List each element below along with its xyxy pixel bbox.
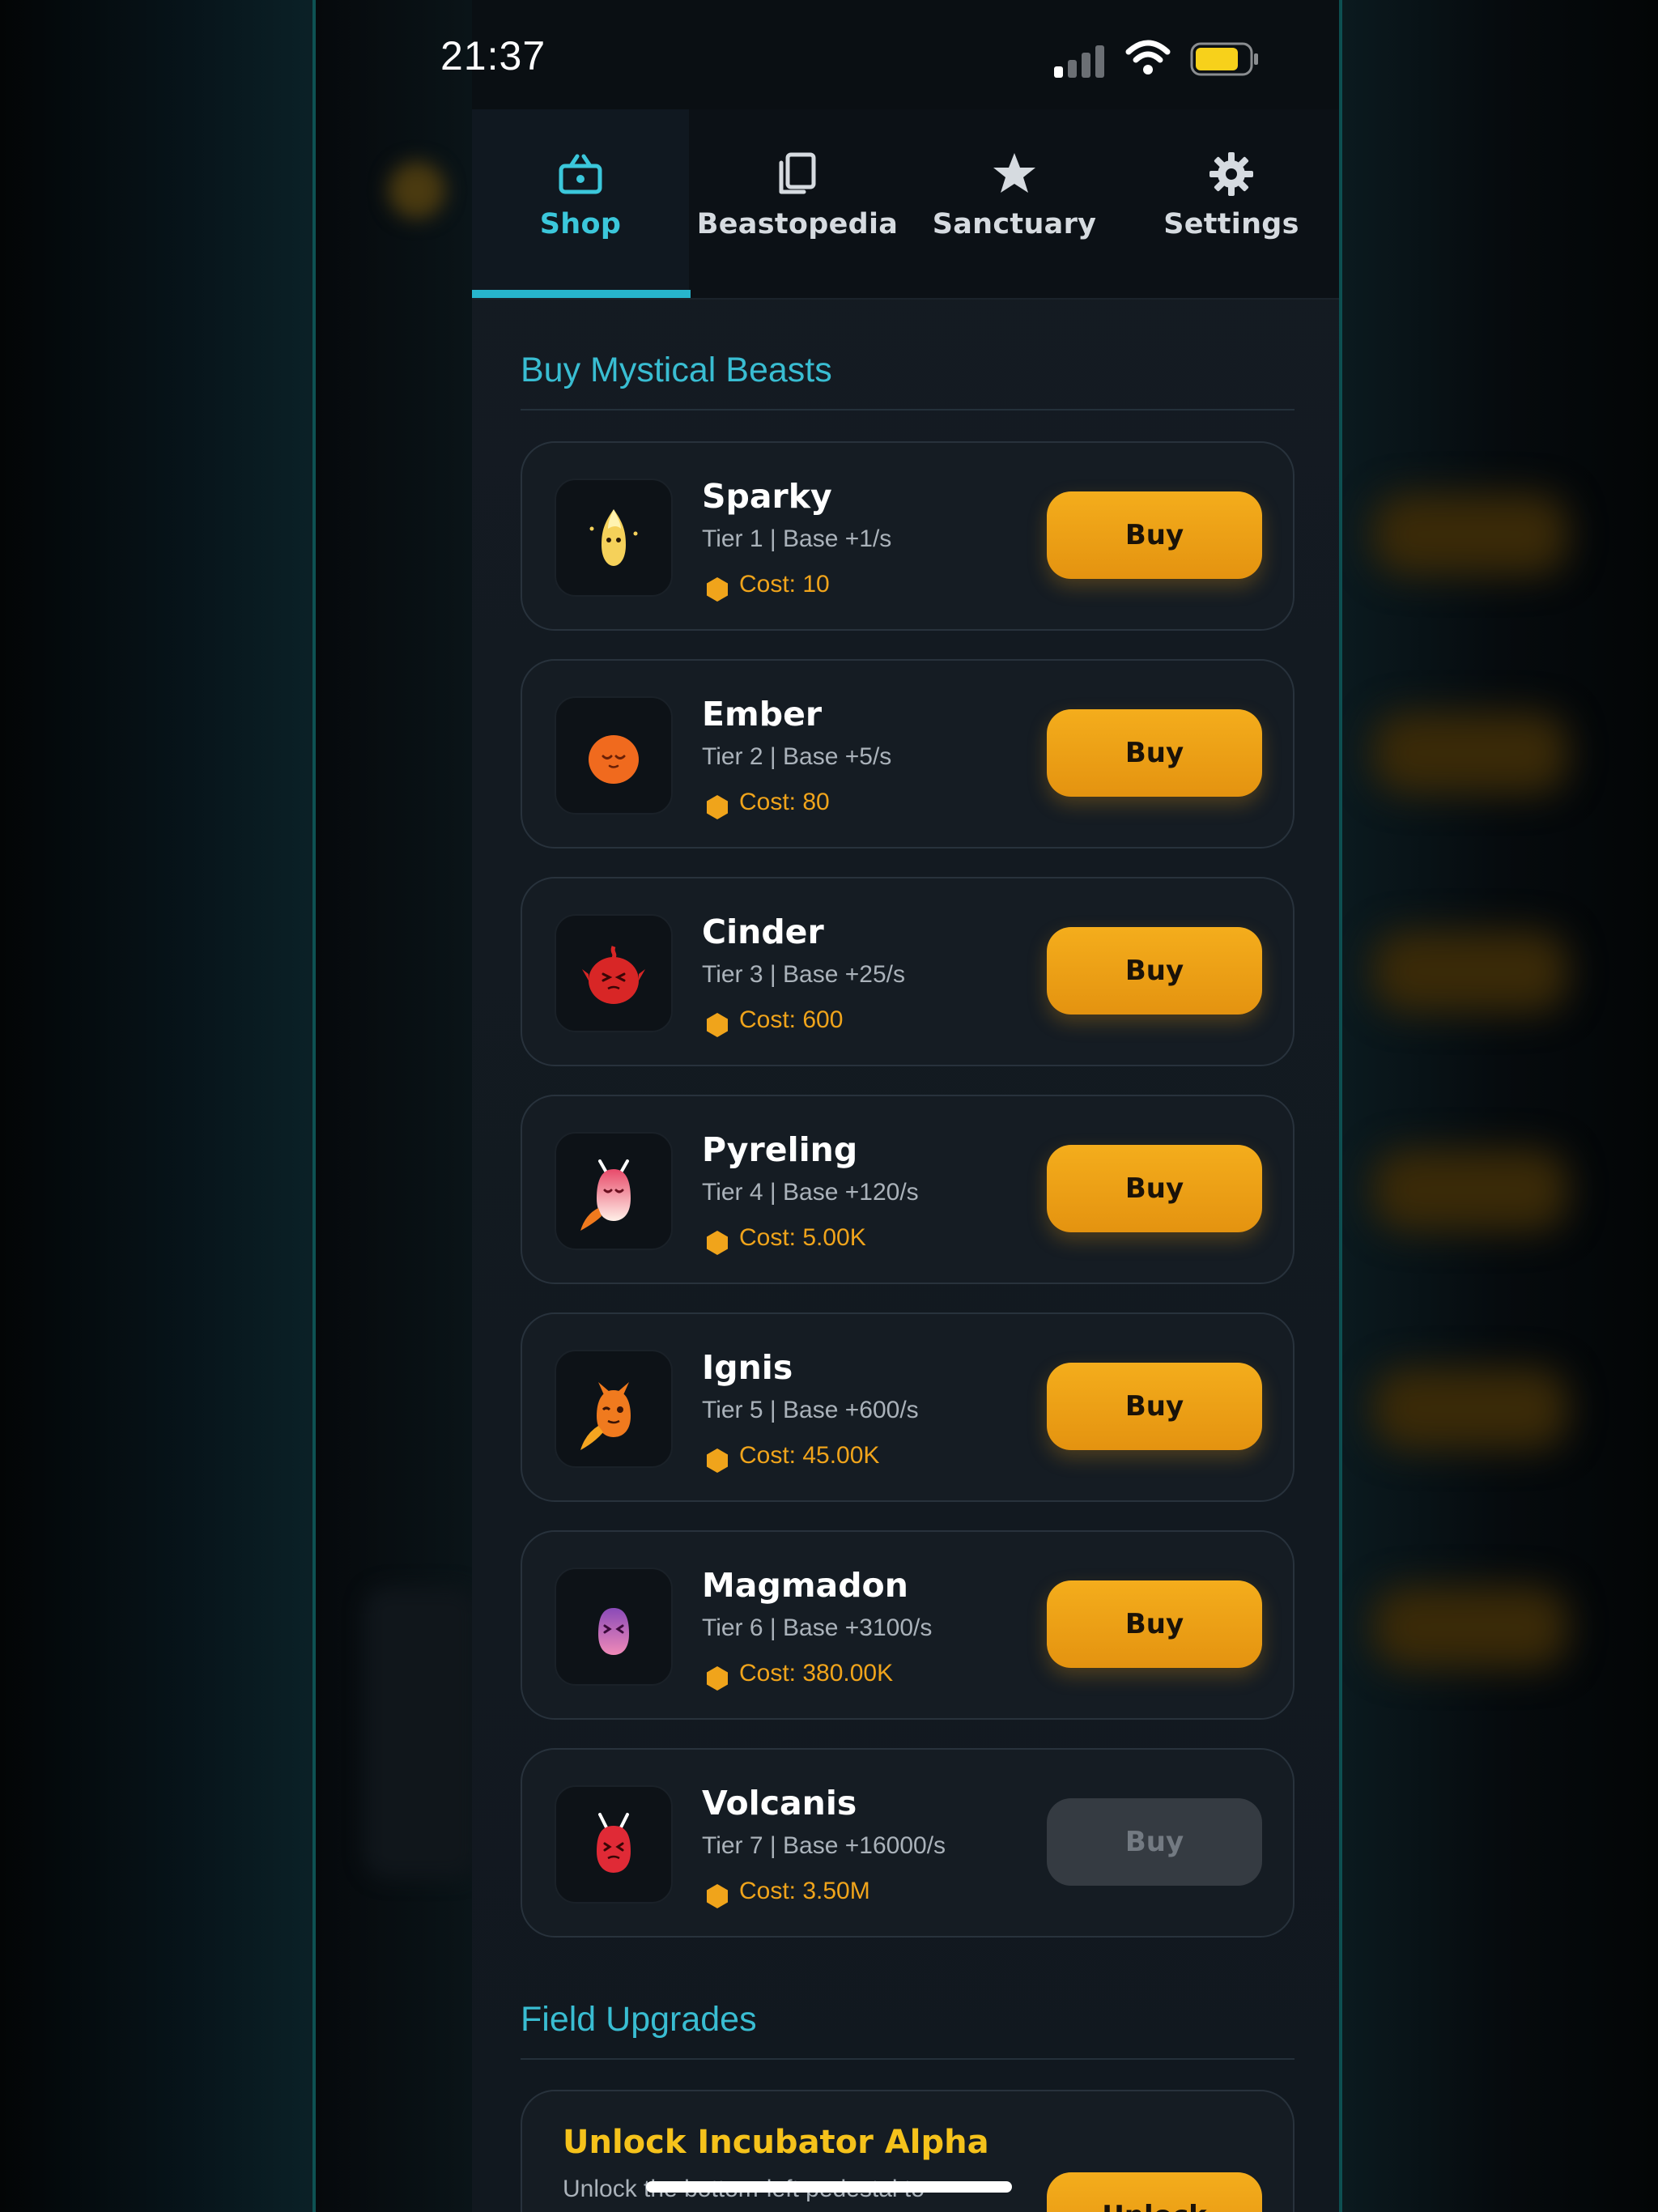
beast-name: Ignis — [702, 1348, 793, 1387]
magmadon-icon — [555, 1568, 673, 1686]
blurred-button — [1373, 494, 1567, 575]
phone-edge-left — [312, 0, 316, 2212]
section-divider — [521, 2058, 1295, 2060]
coin-icon — [707, 577, 728, 602]
beast-name: Ember — [702, 695, 823, 734]
wifi-icon — [1125, 40, 1171, 74]
cellular-signal-icon — [1054, 42, 1109, 78]
buy-button-ember[interactable]: Buy — [1047, 709, 1262, 797]
beast-name: Volcanis — [702, 1784, 857, 1823]
beast-name: Cinder — [702, 912, 824, 951]
buy-button-pyreling[interactable]: Buy — [1047, 1145, 1262, 1232]
beast-info: Tier 1 | Base +1/s — [702, 525, 892, 552]
cinder-icon — [555, 914, 673, 1032]
beast-info: Tier 2 | Base +5/s — [702, 743, 892, 770]
beast-info: Tier 3 | Base +25/s — [702, 961, 905, 988]
buy-button-volcanis[interactable]: Buy — [1047, 1798, 1262, 1886]
buy-button-ignis[interactable]: Buy — [1047, 1363, 1262, 1450]
gear-icon — [1207, 150, 1256, 198]
beast-card-sparky: Sparky Tier 1 | Base +1/s Cost: 10 Buy — [521, 441, 1295, 631]
tab-sanctuary[interactable]: Sanctuary — [906, 109, 1123, 298]
ignis-icon — [555, 1350, 673, 1468]
active-tab-indicator — [472, 290, 691, 298]
beast-card-ember: Ember Tier 2 | Base +5/s Cost: 80 Buy — [521, 659, 1295, 849]
coin-icon — [707, 1884, 728, 1908]
tab-bar: Shop Beastopedia Sanctuary Settings — [472, 109, 1339, 300]
beast-cost: Cost: 3.50M — [739, 1878, 870, 1904]
beast-card-volcanis: Volcanis Tier 7 | Base +16000/s Cost: 3.… — [521, 1748, 1295, 1938]
shop-sheet: Shop Beastopedia Sanctuary Settings Buy … — [472, 109, 1339, 2212]
beast-cost: Cost: 380.00K — [739, 1660, 894, 1687]
home-indicator[interactable] — [646, 2181, 1012, 2193]
tab-label: Beastopedia — [696, 208, 899, 240]
beast-cost: Cost: 5.00K — [739, 1224, 866, 1251]
blurred-button — [1373, 1150, 1567, 1231]
beast-card-magmadon: Magmadon Tier 6 | Base +3100/s Cost: 380… — [521, 1530, 1295, 1720]
tab-settings[interactable]: Settings — [1123, 109, 1339, 298]
beast-name: Pyreling — [702, 1130, 858, 1169]
beast-cost: Cost: 45.00K — [739, 1442, 880, 1469]
beast-cost: Cost: 80 — [739, 789, 830, 815]
beast-info: Tier 6 | Base +3100/s — [702, 1614, 933, 1641]
beast-cost: Cost: 600 — [739, 1006, 844, 1033]
shop-icon — [556, 150, 605, 198]
coin-icon — [707, 795, 728, 819]
beast-name: Magmadon — [702, 1566, 908, 1605]
background-left — [0, 0, 316, 2212]
buy-button-cinder[interactable]: Buy — [1047, 927, 1262, 1015]
coin-icon — [707, 1013, 728, 1037]
coin-icon — [707, 1448, 728, 1473]
unlock-button[interactable]: Unlock — [1047, 2172, 1262, 2212]
background-app-strip — [316, 0, 478, 2212]
beast-info: Tier 4 | Base +120/s — [702, 1179, 919, 1206]
copy-icon — [773, 150, 822, 198]
tab-label: Sanctuary — [932, 208, 1097, 240]
beast-info: Tier 7 | Base +16000/s — [702, 1832, 946, 1859]
buy-button-sparky[interactable]: Buy — [1047, 491, 1262, 579]
beast-info: Tier 5 | Base +600/s — [702, 1397, 919, 1423]
tab-label: Shop — [539, 208, 622, 240]
coin-icon — [707, 1231, 728, 1255]
tab-label: Settings — [1163, 208, 1299, 240]
section-title-upgrades: Field Upgrades — [521, 2000, 757, 2039]
beast-cost: Cost: 10 — [739, 571, 830, 598]
blurred-button — [1373, 713, 1567, 793]
ember-icon — [555, 696, 673, 815]
blurred-button — [1373, 931, 1567, 1012]
tab-shop[interactable]: Shop — [472, 109, 689, 298]
volcanis-icon — [555, 1785, 673, 1904]
pyreling-icon — [555, 1132, 673, 1250]
tab-beastopedia[interactable]: Beastopedia — [689, 109, 906, 298]
upgrade-card-incubator-alpha: Unlock Incubator Alpha Unlock the bottom… — [521, 2090, 1295, 2212]
section-title-beasts: Buy Mystical Beasts — [521, 351, 832, 389]
coin-icon — [707, 1666, 728, 1691]
blurred-button — [1373, 1368, 1567, 1449]
buy-button-magmadon[interactable]: Buy — [1047, 1580, 1262, 1668]
upgrade-title: Unlock Incubator Alpha — [563, 2124, 989, 2161]
beast-card-cinder: Cinder Tier 3 | Base +25/s Cost: 600 Buy — [521, 877, 1295, 1066]
battery-icon — [1190, 42, 1258, 76]
section-divider — [521, 409, 1295, 410]
beast-card-pyreling: Pyreling Tier 4 | Base +120/s Cost: 5.00… — [521, 1095, 1295, 1284]
blurred-button — [1373, 1587, 1567, 1668]
beast-card-ignis: Ignis Tier 5 | Base +600/s Cost: 45.00K … — [521, 1312, 1295, 1502]
status-time: 21:37 — [440, 33, 546, 79]
background-right — [1341, 0, 1658, 2212]
phone-edge-right — [1339, 0, 1342, 2212]
star-icon — [990, 150, 1039, 198]
sparky-icon — [555, 479, 673, 597]
beast-name: Sparky — [702, 477, 832, 516]
